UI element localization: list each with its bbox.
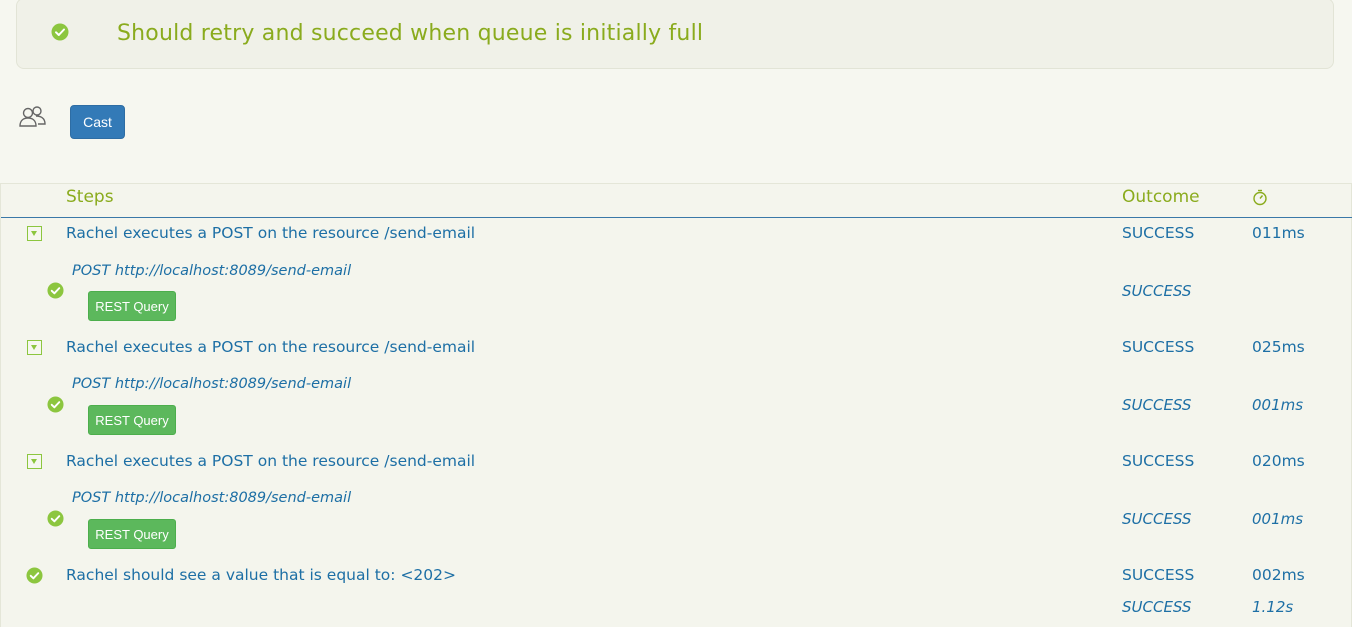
expand-toggle-icon[interactable]	[27, 340, 42, 355]
header-outcome: Outcome	[1122, 187, 1200, 207]
scenario-title-box: Should retry and succeed when queue is i…	[16, 0, 1334, 69]
substep-text: POST http://localhost:8089/send-email	[72, 376, 352, 392]
total-duration: 1.12s	[1252, 598, 1294, 616]
check-circle-icon	[47, 510, 64, 527]
step-text: Rachel executes a POST on the resource /…	[66, 452, 476, 470]
rest-query-button[interactable]: REST Query	[88, 291, 176, 321]
check-circle-icon	[47, 282, 64, 299]
step-outcome: SUCCESS	[1122, 224, 1195, 242]
step-duration: 025ms	[1252, 338, 1305, 356]
substep-outcome: SUCCESS	[1122, 282, 1192, 300]
check-circle-icon	[47, 396, 64, 413]
step-text: Rachel executes a POST on the resource /…	[66, 224, 476, 242]
substep-outcome: SUCCESS	[1122, 396, 1192, 414]
check-circle-icon	[26, 567, 43, 584]
step-duration: 011ms	[1252, 224, 1305, 242]
step-duration: 002ms	[1252, 566, 1305, 584]
header-steps: Steps	[66, 187, 114, 207]
step-outcome: SUCCESS	[1122, 566, 1195, 584]
check-circle-icon	[51, 23, 69, 41]
rest-query-button[interactable]: REST Query	[88, 405, 176, 435]
substep-duration: 001ms	[1252, 510, 1304, 528]
stopwatch-icon	[1253, 189, 1267, 206]
rest-query-button[interactable]: REST Query	[88, 519, 176, 549]
cast-button[interactable]: Cast	[70, 105, 125, 139]
expand-toggle-icon[interactable]	[27, 454, 42, 469]
people-icon	[19, 106, 46, 127]
step-text: Rachel should see a value that is equal …	[66, 566, 456, 584]
substep-outcome: SUCCESS	[1122, 510, 1192, 528]
substep-text: POST http://localhost:8089/send-email	[72, 490, 352, 506]
substep-duration: 001ms	[1252, 396, 1304, 414]
scenario-title: Should retry and succeed when queue is i…	[117, 21, 704, 46]
step-duration: 020ms	[1252, 452, 1305, 470]
step-outcome: SUCCESS	[1122, 452, 1195, 470]
step-outcome: SUCCESS	[1122, 338, 1195, 356]
step-text: Rachel executes a POST on the resource /…	[66, 338, 476, 356]
steps-table-header: Steps Outcome	[1, 184, 1352, 218]
substep-text: POST http://localhost:8089/send-email	[72, 263, 352, 279]
total-outcome: SUCCESS	[1122, 598, 1192, 616]
expand-toggle-icon[interactable]	[27, 226, 42, 241]
steps-table: Steps Outcome Rachel executes a POST on …	[0, 183, 1352, 627]
